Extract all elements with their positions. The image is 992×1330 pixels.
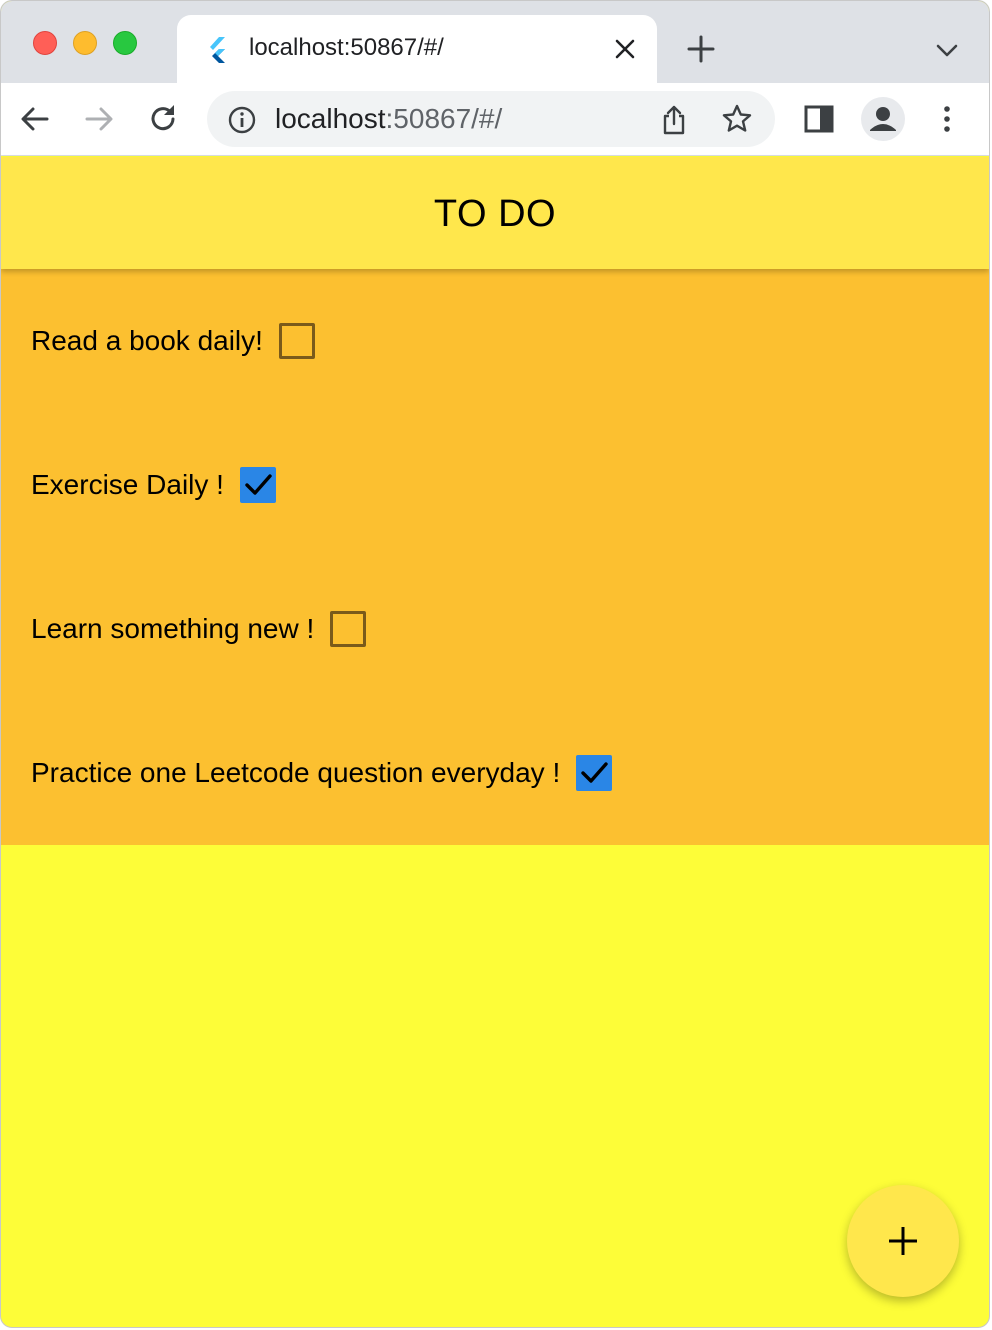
tab-title: localhost:50867/#/ [249,34,444,61]
flutter-icon [205,35,231,65]
todo-item: Learn something new ! [31,609,367,649]
bookmark-star-icon[interactable] [721,103,753,135]
close-window-button[interactable] [33,31,57,55]
back-arrow-icon[interactable] [17,101,53,137]
checkmark-icon [245,474,272,495]
share-icon[interactable] [659,104,689,136]
checkmark-icon [581,762,608,783]
address-url[interactable]: localhost:50867/#/ [275,103,502,135]
todo-checkbox[interactable] [576,755,613,791]
todo-label: Read a book daily! [31,325,263,356]
forward-arrow-icon[interactable] [81,101,117,137]
info-icon[interactable] [227,105,257,135]
add-todo-button[interactable] [847,1185,959,1297]
browser-toolbar: localhost:50867/#/ [1,83,989,156]
todo-label: Exercise Daily ! [31,469,224,500]
url-path: :50867/#/ [385,103,503,134]
side-panel-icon[interactable] [801,101,837,137]
todo-label: Practice one Leetcode question everyday … [31,757,561,788]
tab-close-icon[interactable] [611,35,639,63]
address-bar[interactable]: localhost:50867/#/ [207,91,775,147]
todo-checkbox[interactable] [278,323,315,359]
maximize-window-button[interactable] [113,31,137,55]
todo-list: Read a book daily! Exercise Daily ! Lear… [1,269,989,845]
tab-search-chevron-icon[interactable] [933,37,961,65]
tab-strip: localhost:50867/#/ [1,1,989,83]
browser-tab[interactable]: localhost:50867/#/ [177,15,657,83]
todo-checkbox[interactable] [239,467,276,503]
menu-dots-icon[interactable] [929,101,965,137]
todo-checkbox[interactable] [330,611,367,647]
page-title: TO DO [433,193,557,235]
add-plus-icon [889,1227,917,1255]
todo-item: Read a book daily! [31,321,315,361]
todo-label: Learn something new ! [31,613,315,644]
todo-item: Practice one Leetcode question everyday … [31,753,613,793]
minimize-window-button[interactable] [73,31,97,55]
todo-item: Exercise Daily ! [31,465,276,505]
new-tab-plus-icon[interactable] [685,33,717,65]
app-bar: TO DO [1,157,989,269]
url-host: localhost [275,103,386,134]
profile-icon[interactable] [861,97,905,141]
reload-icon[interactable] [145,101,181,137]
browser-window: localhost:50867/#/ localhost:50867/#/ TO… [0,0,990,1328]
